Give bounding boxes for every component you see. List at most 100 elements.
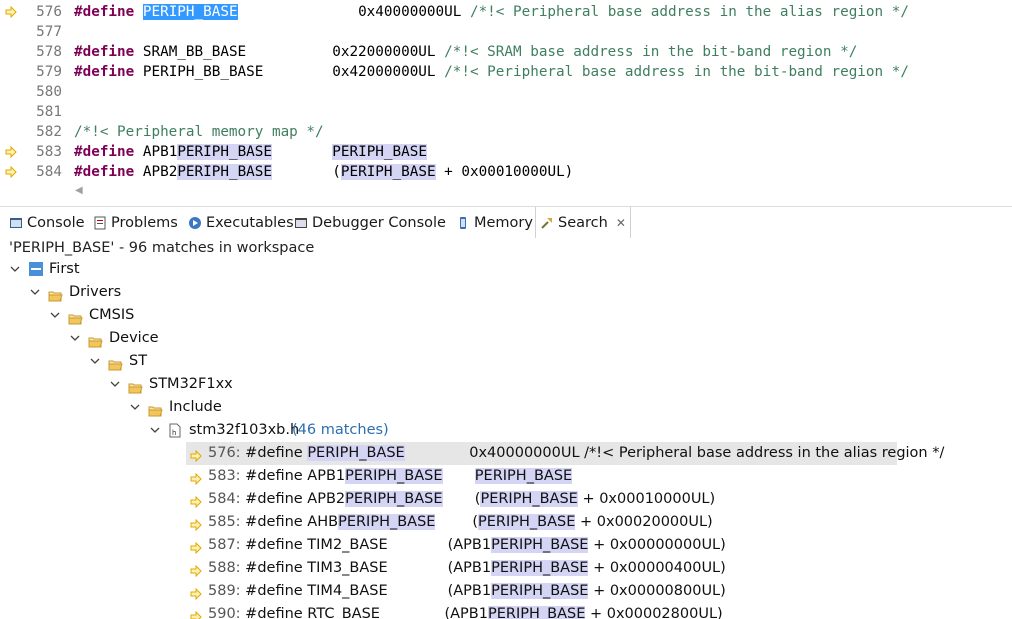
match-highlight: PERIPH_BASE [345, 491, 443, 507]
code-line[interactable]: 576 #define PERIPH_BASE 0x40000000UL /*!<… [0, 2, 1012, 22]
scroll-left-arrow-icon[interactable]: ◀ [75, 185, 83, 196]
match-highlight: PERIPH_BASE [332, 144, 427, 160]
search-result-line[interactable]: 588: #define TIM3_BASE (APB1PERIPH_BASE … [186, 557, 726, 580]
tab-label: Console [27, 214, 85, 231]
code-token: ( [435, 514, 478, 530]
match-highlight: PERIPH_BASE [177, 164, 272, 180]
line-number: 584 [36, 164, 62, 180]
executables-icon [188, 216, 202, 230]
tab-label: Executables [206, 214, 294, 231]
chevron-down-icon[interactable] [130, 396, 142, 419]
code-editor[interactable]: 576 #define PERIPH_BASE 0x40000000UL /*!<… [0, 0, 1012, 204]
search-icon [540, 216, 554, 230]
close-icon[interactable]: ✕ [616, 216, 626, 230]
code-token: + 0x00002800UL) [585, 606, 723, 619]
tree-node-label: Drivers [69, 284, 122, 300]
code-token: + 0x00000000UL) [588, 537, 726, 553]
line-number: 582 [36, 124, 62, 140]
tab-search[interactable]: Search ✕ [535, 207, 631, 238]
match-arrow-icon [190, 585, 202, 601]
line-number: 577 [36, 24, 62, 40]
tab-debugger-console[interactable]: Debugger Console [294, 207, 446, 238]
problems-icon [93, 216, 107, 230]
match-highlight: PERIPH_BASE [338, 514, 436, 530]
match-highlight: PERIPH_BASE [480, 491, 578, 507]
match-highlight: PERIPH_BASE [491, 560, 589, 576]
tree-node-label: STM32F1xx [149, 376, 233, 392]
search-result-line[interactable]: 589: #define TIM4_BASE (APB1PERIPH_BASE … [186, 580, 726, 603]
match-highlight: PERIPH_BASE [487, 606, 586, 619]
comment-token: /*!< Peripheral memory map */ [74, 124, 324, 140]
search-result-line[interactable]: 585: #define AHBPERIPH_BASE (PERIPH_BASE… [186, 511, 713, 534]
search-result-line[interactable]: 590: #define RTC_BASE (APB1PERIPH_BASE +… [186, 603, 723, 619]
code-line[interactable]: 579 #define PERIPH_BB_BASE 0x42000000UL /… [0, 62, 1012, 82]
tab-console[interactable]: Console [9, 207, 85, 238]
line-number: 576 [36, 4, 62, 20]
search-result-line[interactable]: 584: #define APB2PERIPH_BASE (PERIPH_BAS… [186, 488, 715, 511]
match-highlight: PERIPH_BASE [307, 445, 405, 461]
tree-node-label: Include [169, 399, 222, 415]
match-arrow-icon [190, 539, 202, 555]
result-line-number: 588: [208, 560, 246, 576]
code-token: ( [442, 491, 481, 507]
chevron-down-icon[interactable] [30, 281, 42, 304]
search-result-line[interactable]: 587: #define TIM2_BASE (APB1PERIPH_BASE … [186, 534, 726, 557]
header-file-icon: h [168, 419, 182, 450]
code-line[interactable]: 582 /*!< Peripheral memory map */ [0, 122, 1012, 142]
search-result-line[interactable]: 576: #define PERIPH_BASE 0x40000000UL /*… [186, 442, 944, 465]
chevron-down-icon[interactable] [10, 258, 22, 281]
result-line-number: 583: [208, 468, 246, 484]
search-summary: 'PERIPH_BASE' - 96 matches in workspace [9, 240, 315, 256]
keyword-token: #define [74, 164, 135, 180]
search-match-marker-icon [5, 162, 17, 182]
chevron-down-icon[interactable] [150, 419, 162, 442]
debugger-console-icon [294, 216, 308, 230]
match-arrow-icon [190, 493, 202, 509]
tab-executables[interactable]: Executables [188, 207, 294, 238]
result-line-number: 590: [208, 606, 246, 619]
tab-memory[interactable]: Memory [456, 207, 533, 238]
search-match-marker-icon [5, 142, 17, 162]
memory-icon [456, 216, 470, 230]
tree-node-label: Device [109, 330, 159, 346]
code-line[interactable]: 584 #define APB2PERIPH_BASE (PERIPH_BASE … [0, 162, 1012, 182]
result-line-number: 576: [208, 445, 246, 461]
search-result-line[interactable]: 583: #define APB1PERIPH_BASE PERIPH_BASE [186, 465, 573, 488]
result-line-number: 585: [208, 514, 246, 530]
code-token: APB1 [134, 144, 178, 160]
code-token: #define [245, 445, 308, 461]
console-icon [9, 216, 23, 230]
view-tab-bar: Console Problems Executables Debugger Conso… [0, 206, 1012, 238]
chevron-down-icon[interactable] [50, 304, 62, 327]
code-text: #define SRAM_BB_BASE 0x22000000UL /*!< S… [74, 42, 857, 62]
svg-text:h: h [172, 429, 176, 437]
code-line[interactable]: 580 [0, 82, 1012, 102]
result-line-number: 584: [208, 491, 246, 507]
line-number: 578 [36, 44, 62, 60]
editor-horizontal-scrollbar[interactable]: ◀ [0, 184, 1012, 200]
search-results-tree[interactable]: First Drivers CMSIS Device ST STM32F1xx Includ… [0, 258, 1012, 619]
tab-problems[interactable]: Problems [93, 207, 178, 238]
code-token: #define TIM4_BASE (APB1 [245, 583, 492, 599]
match-highlight: PERIPH_BASE [491, 537, 589, 553]
match-highlight: PERIPH_BASE [340, 164, 436, 180]
code-token: ( [272, 164, 341, 180]
code-token: #define TIM3_BASE (APB1 [245, 560, 492, 576]
match-highlight: PERIPH_BASE [142, 4, 238, 20]
chevron-down-icon[interactable] [110, 373, 122, 396]
code-line[interactable]: 578 #define SRAM_BB_BASE 0x22000000UL /*!… [0, 42, 1012, 62]
code-token: APB2 [134, 164, 178, 180]
chevron-down-icon[interactable] [90, 350, 102, 373]
code-text: #define APB2PERIPH_BASE (PERIPH_BASE + 0… [74, 162, 573, 182]
code-line[interactable]: 583 #define APB1PERIPH_BASE PERIPH_BASE [0, 142, 1012, 162]
code-token: + 0x00010000UL) [435, 164, 574, 180]
match-highlight: PERIPH_BASE [177, 144, 272, 160]
chevron-down-icon[interactable] [70, 327, 82, 350]
code-line[interactable]: 577 [0, 22, 1012, 42]
code-line[interactable]: 581 [0, 102, 1012, 122]
result-line-number: 589: [208, 583, 246, 599]
line-number: 583 [36, 144, 62, 160]
code-token: + 0x00010000UL) [577, 491, 716, 507]
